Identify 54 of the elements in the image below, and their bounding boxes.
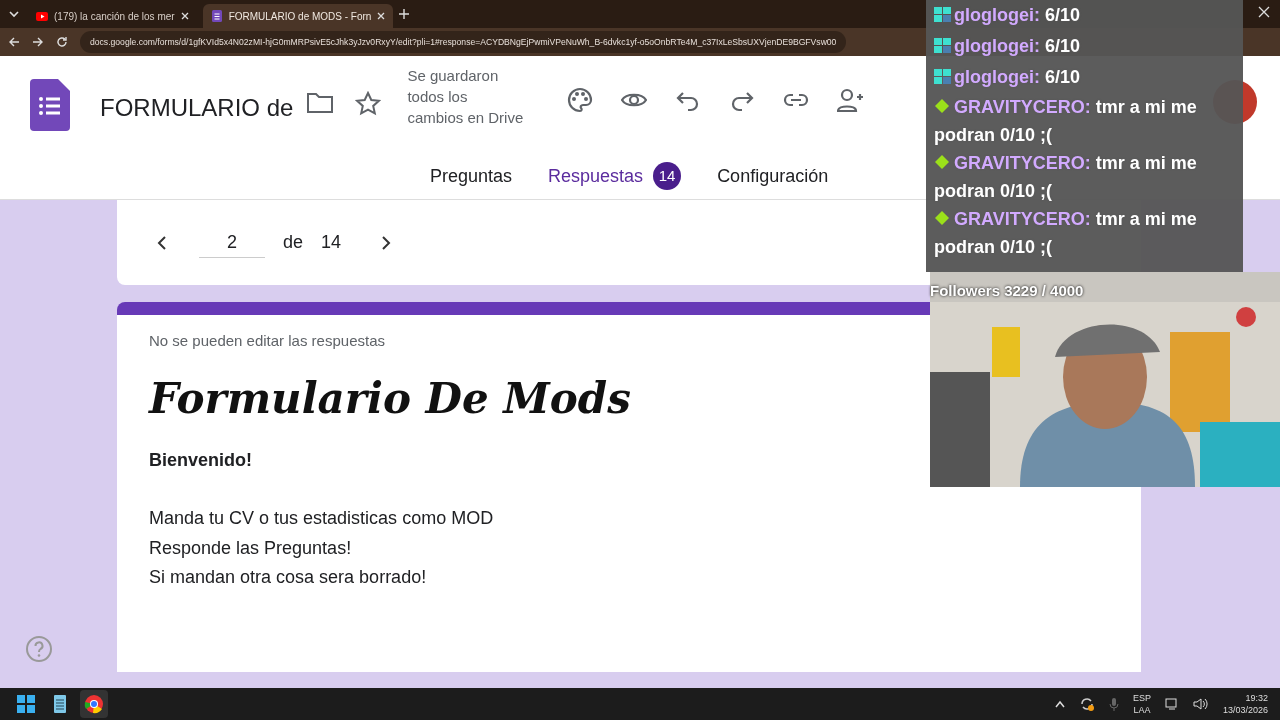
robot-icon [934, 68, 951, 85]
language-indicator[interactable]: ESP LAA [1132, 692, 1151, 716]
count-badge: 14 [653, 162, 682, 190]
microphone-icon[interactable] [1108, 697, 1119, 711]
form-heading: Formulario De Mods [149, 372, 632, 425]
add-person-icon[interactable] [837, 87, 864, 113]
chat-message: gloglogei: 6/10 [934, 0, 1235, 31]
close-icon[interactable] [1258, 6, 1270, 18]
star-icon[interactable] [355, 91, 382, 117]
chat-message: gloglogei: 6/10 [934, 31, 1235, 62]
volume-icon[interactable] [1192, 697, 1209, 711]
clock[interactable]: 19:32 13/03/2026 [1222, 692, 1268, 716]
address-bar[interactable]: docs.google.com/forms/d/1gfKVId5x4N02zMI-hjG0mMRPsivE5cJhk3yJzv0RxyY/edit?pli=1#response=ACYDBNgEjPwmiVPeNuWh_B-6dvkc1yf-o5oOnbRTe4M_c37IxLeSbsUXVjenDE9BGFVsw00 [80, 31, 847, 53]
pager-label: de [283, 231, 304, 254]
chat-message: GRAVITYCERO: tmr a mi me podran 0/10 ;( [934, 208, 1198, 259]
form-tab[interactable]: Preguntas [412, 156, 531, 204]
robot-icon [934, 37, 951, 54]
form-icon [210, 10, 223, 22]
save-status: Se guardaron todos los cambios en Drive [407, 66, 525, 128]
chevron-up-icon[interactable] [1054, 700, 1065, 708]
sync-icon[interactable] [1078, 696, 1095, 712]
close-icon[interactable] [377, 12, 386, 20]
diamond-icon [934, 154, 951, 171]
form-tab[interactable]: Configuración [699, 156, 847, 204]
description-line: Si mandan otra cosa sera borrado! [149, 566, 428, 589]
description-line: Bienvenido! [149, 448, 253, 472]
close-icon[interactable] [180, 12, 189, 20]
forward-icon[interactable] [32, 36, 44, 48]
form-title[interactable]: FORMULARIO de [100, 90, 294, 126]
chat-message: gloglogei: 6/10 [934, 62, 1235, 93]
folder-icon[interactable] [307, 91, 334, 113]
notice-text: No se pueden editar las respuestas [149, 331, 386, 351]
back-icon[interactable] [8, 36, 20, 48]
forms-logo-icon [30, 79, 70, 131]
video-icon [36, 10, 48, 22]
chevron-left-icon[interactable] [157, 234, 167, 251]
description-line: Responde las Preguntas! [149, 536, 353, 560]
diamond-icon [934, 98, 951, 115]
follower-count: Followers 3229 / 4000 [930, 281, 1084, 301]
browser-tab[interactable]: FORMULARIO de MODS - Forn [202, 4, 394, 28]
page-number-field[interactable]: 2 [199, 227, 265, 258]
windows-icon [16, 694, 36, 714]
taskbar-app[interactable] [80, 690, 108, 718]
chevron-right-icon[interactable] [381, 234, 392, 251]
monitor-icon[interactable] [1164, 697, 1179, 711]
reload-icon[interactable] [56, 36, 68, 48]
page-total: 14 [321, 231, 342, 254]
palette-icon[interactable] [567, 87, 594, 113]
new-tab-icon[interactable] [399, 9, 410, 19]
browser-tab[interactable]: (179) la canción de los mer [28, 4, 197, 28]
diamond-icon [934, 210, 951, 227]
description-line: Manda tu CV o tus estadisticas como MOD [149, 507, 495, 530]
robot-icon [934, 6, 951, 23]
browser-icon [84, 694, 104, 714]
